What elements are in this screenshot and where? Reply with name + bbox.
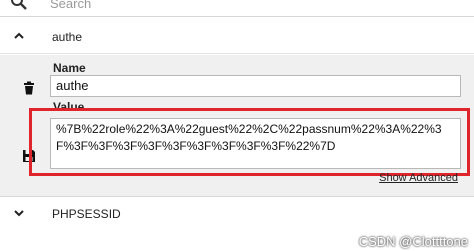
cookie-header-authe[interactable]: authe: [0, 20, 474, 54]
chevron-down-icon[interactable]: [12, 206, 26, 220]
chevron-up-icon[interactable]: [12, 29, 26, 43]
highlight-annotation: [29, 108, 470, 176]
search-input[interactable]: Search: [50, 0, 91, 11]
cookie-name: authe: [52, 30, 83, 44]
search-icon: [11, 0, 27, 10]
cookie-header-phpsessid[interactable]: PHPSESSID: [0, 196, 474, 230]
show-advanced-link[interactable]: Show Advanced: [379, 172, 458, 184]
trash-icon[interactable]: [22, 81, 36, 95]
watermark: CSDN @Clottttone: [358, 234, 468, 249]
cookie-name: PHPSESSID: [52, 207, 121, 221]
name-field[interactable]: authe: [50, 75, 461, 97]
name-label: Name: [53, 61, 86, 75]
cookie-detail-panel: Name authe Value %7B%22role%22%3A%22gues…: [0, 55, 474, 196]
search-bar[interactable]: Search: [0, 0, 474, 17]
